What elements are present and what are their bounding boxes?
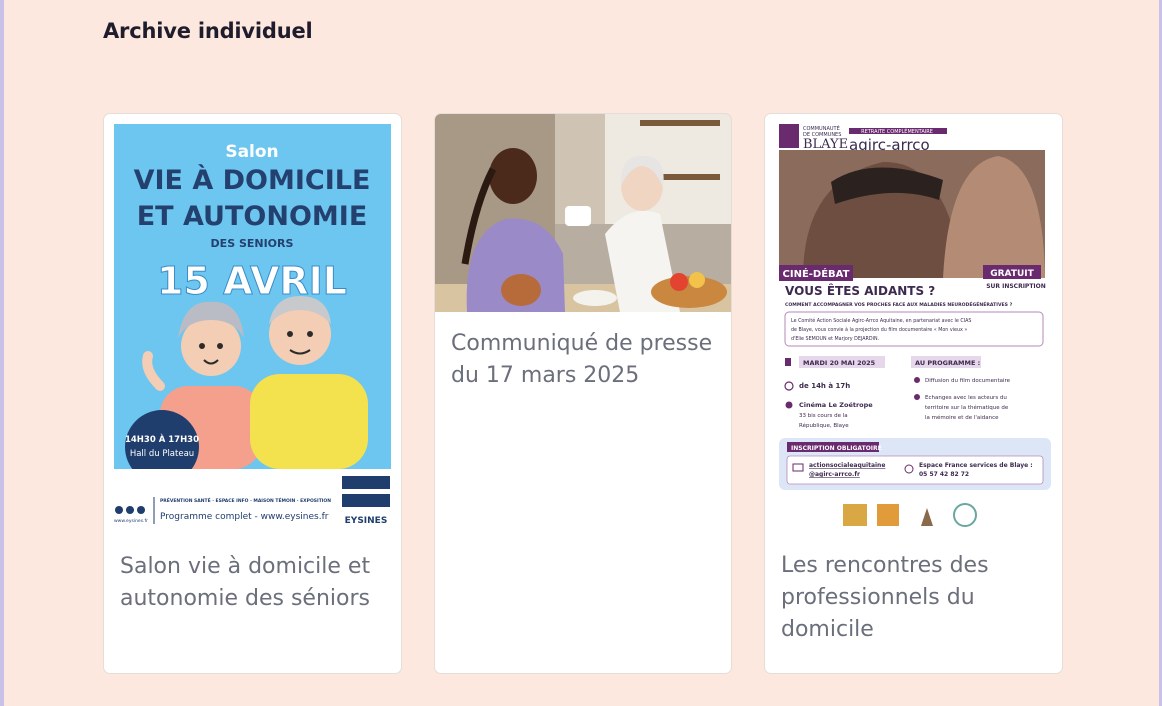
ribbon-right: GRATUIT xyxy=(990,269,1034,279)
poster-footer-site: www.eysines.fr xyxy=(114,518,148,524)
badge-place: Hall du Plateau xyxy=(130,449,194,459)
linkedin-icon xyxy=(137,506,145,514)
program-item-2a: Echanges avec les acteurs du xyxy=(925,395,1007,401)
eysines-brand: EYSINES xyxy=(345,516,388,526)
event-time: de 14h à 17h xyxy=(799,382,850,390)
email-line-1: actionsocialeaquitaine xyxy=(809,462,885,469)
poster-headline-1: VIE À DOMICILE xyxy=(134,164,371,196)
film-icon xyxy=(914,377,920,383)
instagram-icon xyxy=(126,506,134,514)
date-tag: MARDI 20 MAI 2025 xyxy=(803,359,876,367)
poster-intro-1: Le Comité Action Sociale Agirc-Arrco Aqu… xyxy=(791,317,971,324)
cine-debat-poster-image[interactable]: COMMUNAUTÉ DE COMMUNES BLAYE RETRAITE CO… xyxy=(773,120,1057,540)
poster-heading: VOUS ÊTES AIDANTS ? xyxy=(785,283,935,298)
ribbon-right-sub: SUR INSCRIPTION xyxy=(986,283,1046,290)
partner-logo-2 xyxy=(877,504,899,526)
event-address-2: République, Blaye xyxy=(799,422,849,429)
logo-right-tag: RETRAITE COMPLÉMENTAIRE xyxy=(861,127,933,135)
signup-tag: INSCRIPTION OBLIGATOIRE xyxy=(791,445,882,452)
caregiver-kitchen-photo[interactable] xyxy=(435,114,732,312)
location-pin-icon xyxy=(785,401,793,409)
ribbon-left: CINÉ-DÉBAT xyxy=(783,267,850,280)
badge-time: 14H30 À 17H30 xyxy=(125,433,199,445)
poster-footer-program: Programme complet - www.eysines.fr xyxy=(160,512,329,522)
partner-logo-1 xyxy=(843,504,867,526)
chat-icon xyxy=(914,394,920,400)
logo-left-line-3: BLAYE xyxy=(803,137,848,152)
facebook-icon xyxy=(115,506,123,514)
window-left-edge xyxy=(0,0,4,706)
archive-card-salon[interactable]: Salon VIE À DOMICILE ET AUTONOMIE DES SE… xyxy=(103,113,402,674)
poster-subline: DES SENIORS xyxy=(211,237,294,250)
program-item-2b: territoire sur la thématique de xyxy=(925,404,1009,411)
archive-card-communique[interactable]: Communiqué de presse du 17 mars 2025 xyxy=(434,113,732,674)
phone-number: 05 57 42 82 72 xyxy=(919,471,969,478)
logo-left-line-1: COMMUNAUTÉ xyxy=(803,124,840,132)
event-address-1: 33 bis cours de la xyxy=(799,413,848,419)
poster-kicker: Salon xyxy=(225,142,278,162)
program-item-2c: la mémoire et de l'aidance xyxy=(925,414,999,421)
program-tag: AU PROGRAMME : xyxy=(915,359,980,367)
program-item-1: Diffusion du film documentaire xyxy=(925,378,1011,384)
salon-poster-image[interactable]: Salon VIE À DOMICILE ET AUTONOMIE DES SE… xyxy=(114,124,391,529)
card-title[interactable]: Salon vie à domicile et autonomie des sé… xyxy=(120,551,387,615)
phone-label: Espace France services de Blaye : xyxy=(919,462,1033,469)
poster-date: 15 AVRIL xyxy=(157,259,347,303)
blaye-logo-icon xyxy=(779,124,799,148)
event-venue: Cinéma Le Zoétrope xyxy=(799,401,873,409)
section-title: Archive individuel xyxy=(103,19,313,43)
email-line-2: @agirc-arrco.fr xyxy=(809,471,860,478)
poster-intro-3: d'Elie SEMOUN et Marjory DEJARDIN. xyxy=(791,336,879,342)
archive-card-rencontres[interactable]: COMMUNAUTÉ DE COMMUNES BLAYE RETRAITE CO… xyxy=(764,113,1063,674)
calendar-icon xyxy=(785,358,791,366)
card-title[interactable]: Les rencontres des professionnels du dom… xyxy=(781,550,1048,646)
poster-intro-2: de Blaye, vous convie à la projection du… xyxy=(791,326,967,333)
card-title[interactable]: Communiqué de presse du 17 mars 2025 xyxy=(451,328,717,392)
poster-headline-2: ET AUTONOMIE xyxy=(137,201,368,232)
